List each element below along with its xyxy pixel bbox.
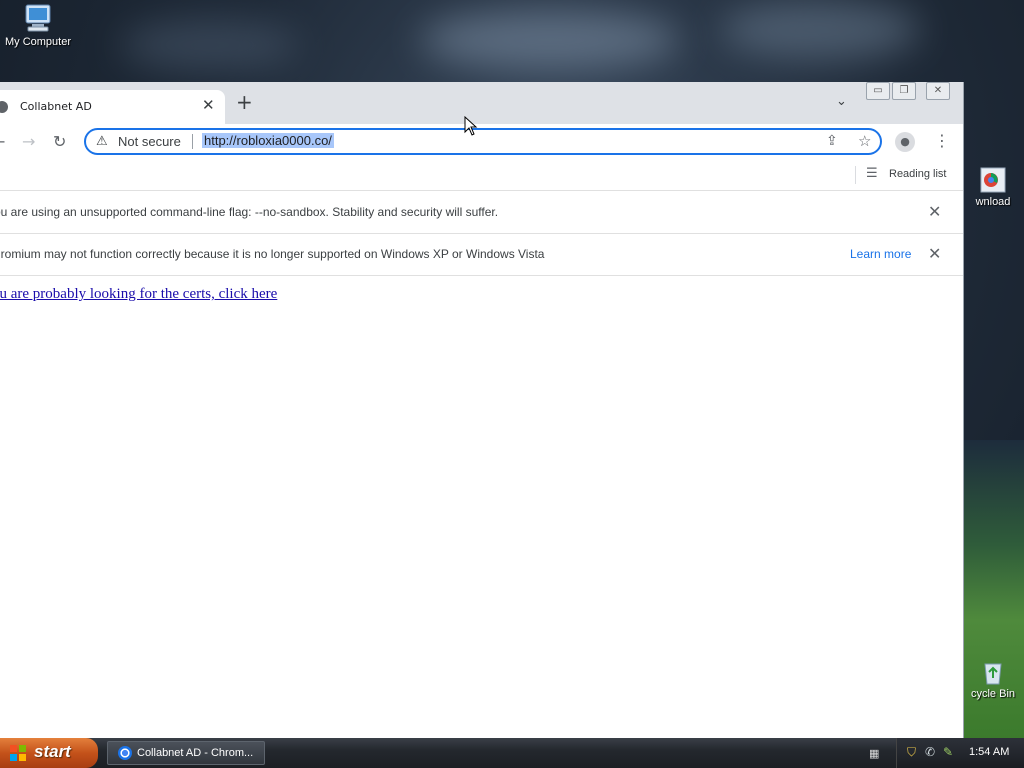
- desktop-icon-download[interactable]: wnload: [962, 166, 1024, 208]
- taskbar: start Collabnet AD - Chrom... ▦ ⛉ ✆ ✎ 1:…: [0, 738, 1024, 768]
- desktop-icon-label: My Computer: [4, 36, 72, 48]
- clock: 1:54 AM: [969, 746, 1010, 758]
- cloud: [120, 20, 300, 70]
- omnibox-divider: [192, 134, 193, 149]
- back-arrow-icon[interactable]: ←: [0, 132, 5, 151]
- browser-toolbar: ← → ↻ ⚠ Not secure http://robloxia0000.c…: [0, 124, 963, 160]
- taskbar-button-chromium[interactable]: Collabnet AD - Chrom...: [107, 741, 265, 765]
- menu-kebab-icon[interactable]: ⋮: [934, 131, 950, 150]
- desktop-icon-my-computer[interactable]: My Computer: [4, 2, 72, 48]
- url-text[interactable]: http://robloxia0000.co/: [202, 133, 334, 148]
- bookmarks-bar: ☰ Reading list: [0, 160, 963, 191]
- desktop-icon-recycle-bin[interactable]: cycle Bin: [962, 658, 1024, 700]
- infobar-message: hromium may not function correctly becau…: [0, 247, 545, 261]
- start-button[interactable]: start: [0, 738, 98, 768]
- certs-link[interactable]: ou are probably looking for the certs, c…: [0, 286, 277, 303]
- infobar-close-icon[interactable]: ✕: [928, 244, 941, 263]
- reading-list-button[interactable]: Reading list: [889, 168, 946, 180]
- reading-list-icon[interactable]: ☰: [866, 166, 878, 181]
- security-shield-icon[interactable]: ⛉: [907, 745, 916, 760]
- system-tray: ⛉ ✆ ✎ 1:54 AM: [896, 738, 1024, 768]
- new-tab-button[interactable]: +: [236, 90, 253, 114]
- forward-arrow-icon[interactable]: →: [22, 132, 35, 151]
- infobar-no-sandbox: ou are using an unsupported command-line…: [0, 192, 963, 234]
- desktop-icon-label: cycle Bin: [970, 688, 1016, 700]
- infobar-message: ou are using an unsupported command-line…: [0, 205, 499, 219]
- keyboard-icon[interactable]: ▦: [869, 747, 879, 760]
- warning-triangle-icon[interactable]: ⚠: [96, 134, 108, 149]
- infobar-close-icon[interactable]: ✕: [928, 202, 941, 221]
- cloud: [420, 10, 680, 70]
- cloud: [720, 0, 920, 60]
- start-label: start: [34, 742, 71, 761]
- restore-button[interactable]: ❐: [892, 82, 916, 100]
- share-icon[interactable]: ⇪: [826, 133, 838, 149]
- tab-strip: Collabnet AD ✕ + ⌄ ▭ ❐ ✕: [0, 82, 963, 124]
- globe-icon: [0, 101, 8, 113]
- learn-more-link[interactable]: Learn more: [850, 247, 911, 261]
- mouse-cursor-icon: [464, 116, 478, 136]
- bookmark-star-icon[interactable]: ☆: [858, 132, 871, 150]
- taskbar-button-label: Collabnet AD - Chrom...: [137, 747, 254, 759]
- infobar-unsupported-os: hromium may not function correctly becau…: [0, 234, 963, 276]
- recycle-bin-icon: [979, 658, 1007, 686]
- profile-avatar-icon[interactable]: ●: [895, 132, 915, 152]
- browser-window: Collabnet AD ✕ + ⌄ ▭ ❐ ✕ ← → ↻ ⚠ Not sec…: [0, 82, 964, 738]
- desktop-icon-label: wnload: [975, 196, 1011, 208]
- address-bar[interactable]: ⚠ Not secure http://robloxia0000.co/ ⇪ ☆: [84, 128, 882, 155]
- computer-icon: [22, 2, 54, 34]
- bookmarks-divider: [855, 166, 856, 184]
- safely-remove-icon[interactable]: ✎: [943, 745, 953, 759]
- minimize-button[interactable]: ▭: [866, 82, 890, 100]
- security-status-label[interactable]: Not secure: [118, 134, 181, 149]
- chromium-icon: [118, 746, 132, 760]
- tab-title: Collabnet AD: [20, 100, 92, 113]
- close-window-button[interactable]: ✕: [926, 82, 950, 100]
- tab-close-icon[interactable]: ✕: [202, 96, 215, 114]
- download-icon: [979, 166, 1007, 194]
- network-icon[interactable]: ✆: [925, 745, 935, 759]
- reload-icon[interactable]: ↻: [53, 132, 66, 151]
- tab-collabnet-ad[interactable]: Collabnet AD ✕: [0, 90, 225, 124]
- windows-logo-icon: [10, 745, 26, 761]
- tab-search-chevron-down-icon[interactable]: ⌄: [836, 94, 847, 109]
